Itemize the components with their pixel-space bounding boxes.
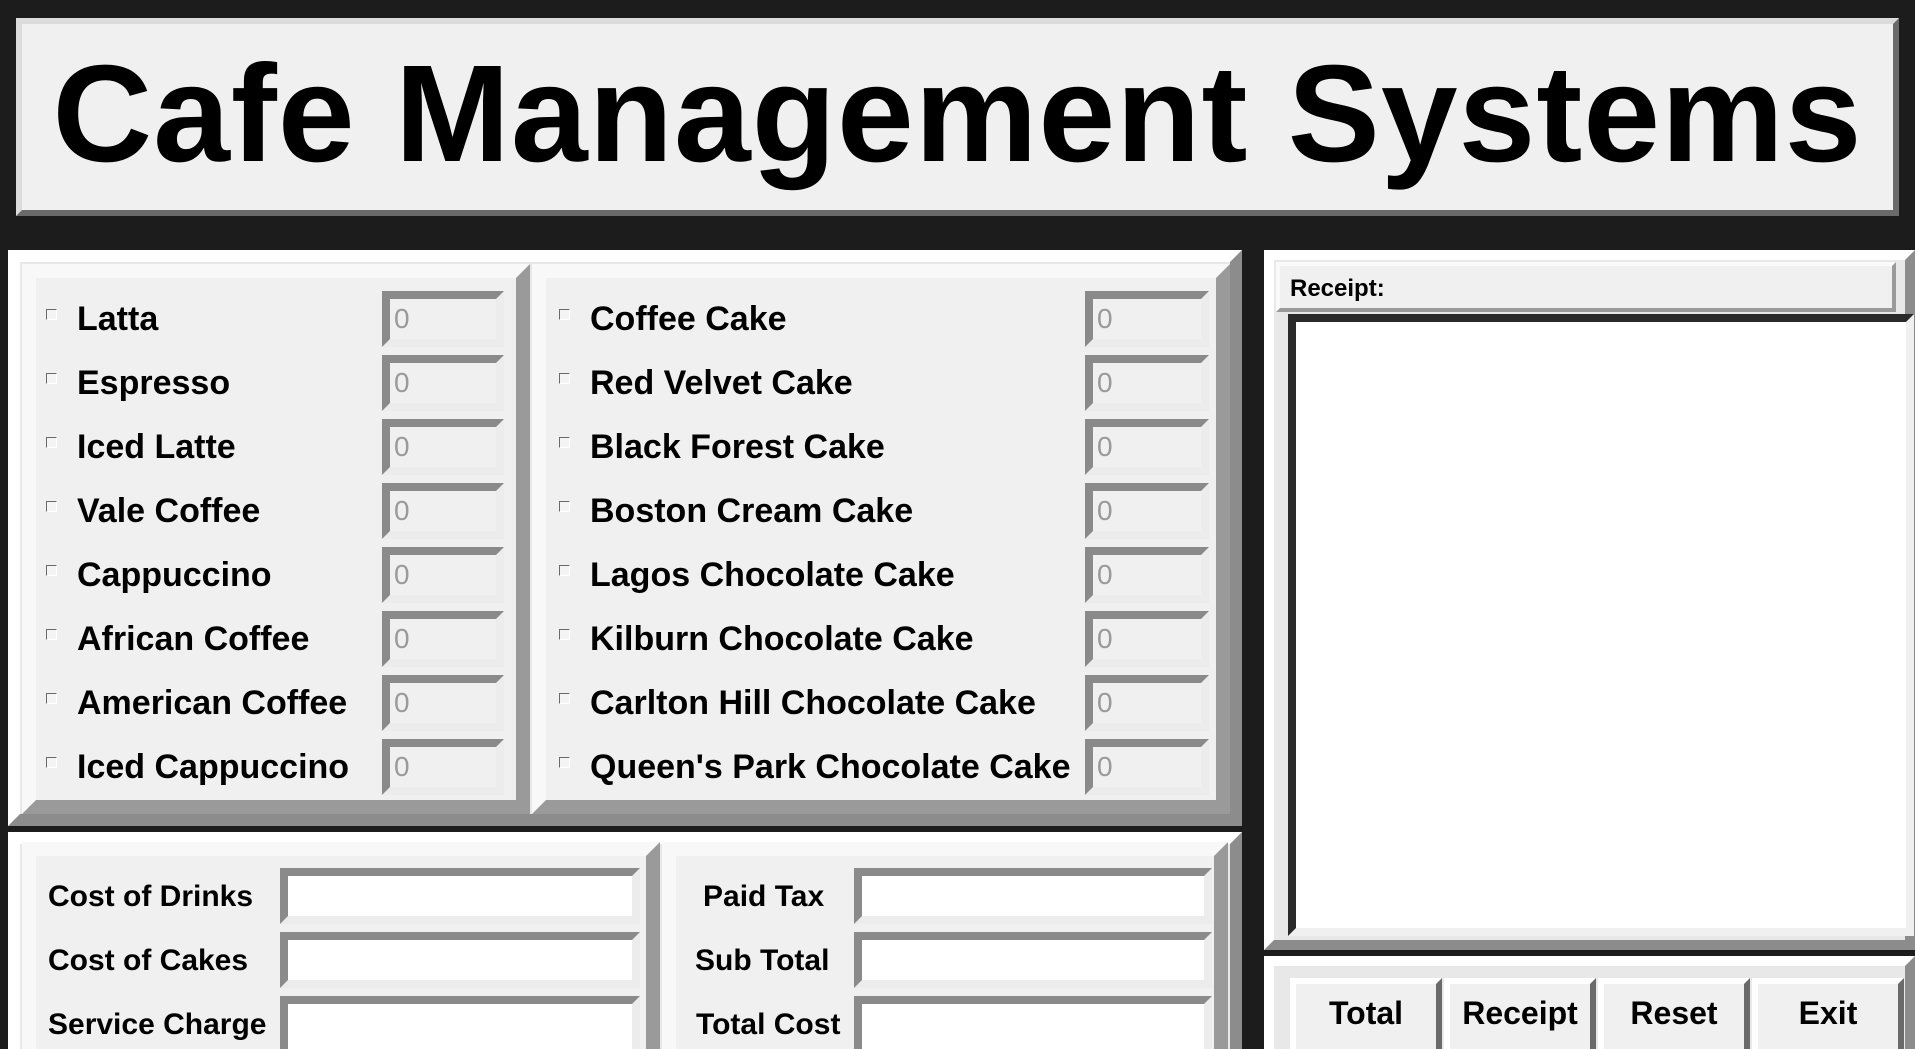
coffee-cake-qty-input[interactable]	[1085, 291, 1209, 347]
drink-label: Vale Coffee	[77, 491, 261, 530]
service-charge-label: Service Charge	[48, 1008, 267, 1041]
drink-row-latta: Latta	[34, 289, 158, 349]
drink-label: Iced Latte	[77, 427, 236, 466]
cappuccino-checkbox[interactable]	[46, 564, 57, 576]
cappuccino-qty-input[interactable]	[382, 547, 504, 603]
black-forest-cake-qty-input[interactable]	[1085, 419, 1209, 475]
drink-row-vale-coffee: Vale Coffee	[34, 481, 260, 541]
boston-cream-cake-qty-input[interactable]	[1085, 483, 1209, 539]
iced-latte-checkbox[interactable]	[46, 436, 57, 448]
cake-row-red-velvet: Red Velvet Cake	[547, 353, 853, 413]
title-panel: Cafe Management Systems	[16, 18, 1899, 216]
cake-label: Carlton Hill Chocolate Cake	[590, 683, 1036, 722]
cake-label: Queen's Park Chocolate Cake	[590, 747, 1071, 786]
cost-of-cakes-field[interactable]	[280, 932, 640, 988]
drink-label: American Coffee	[77, 683, 348, 722]
drink-label: Espresso	[77, 363, 231, 402]
cake-row-lagos-chocolate: Lagos Chocolate Cake	[547, 545, 955, 605]
african-coffee-qty-input[interactable]	[382, 611, 504, 667]
total-cost-field[interactable]	[854, 996, 1212, 1049]
drink-label: Cappuccino	[77, 555, 272, 594]
coffee-cake-checkbox[interactable]	[559, 308, 570, 320]
cost-of-drinks-field[interactable]	[280, 868, 640, 924]
latta-qty-input[interactable]	[382, 291, 504, 347]
cake-label: Boston Cream Cake	[590, 491, 914, 530]
boston-cream-cake-checkbox[interactable]	[559, 500, 570, 512]
drink-row-cappuccino: Cappuccino	[34, 545, 272, 605]
exit-button[interactable]: Exit	[1752, 978, 1904, 1049]
app-title: Cafe Management Systems	[52, 36, 1863, 191]
receipt-label: Receipt:	[1290, 275, 1385, 302]
cake-row-black-forest: Black Forest Cake	[547, 417, 885, 477]
drink-label: Latta	[77, 299, 159, 338]
drink-row-american-coffee: American Coffee	[34, 673, 347, 733]
queens-park-cake-qty-input[interactable]	[1085, 739, 1209, 795]
sub-total-label: Sub Total	[695, 944, 830, 977]
cake-label: Red Velvet Cake	[590, 363, 853, 402]
vale-coffee-qty-input[interactable]	[382, 483, 504, 539]
carlton-hill-cake-checkbox[interactable]	[559, 692, 570, 704]
drink-row-espresso: Espresso	[34, 353, 230, 413]
iced-cappuccino-qty-input[interactable]	[382, 739, 504, 795]
paid-tax-label: Paid Tax	[703, 880, 825, 913]
espresso-qty-input[interactable]	[382, 355, 504, 411]
sub-total-field[interactable]	[854, 932, 1212, 988]
cost-of-drinks-label: Cost of Drinks	[48, 880, 254, 913]
queens-park-cake-checkbox[interactable]	[559, 756, 570, 768]
total-button[interactable]: Total	[1290, 978, 1442, 1049]
lagos-chocolate-cake-qty-input[interactable]	[1085, 547, 1209, 603]
receipt-button[interactable]: Receipt	[1444, 978, 1596, 1049]
reset-button[interactable]: Reset	[1598, 978, 1750, 1049]
total-cost-label: Total Cost	[696, 1008, 841, 1041]
cake-row-kilburn-chocolate: Kilburn Chocolate Cake	[547, 609, 974, 669]
latta-checkbox[interactable]	[46, 308, 57, 320]
iced-cappuccino-checkbox[interactable]	[46, 756, 57, 768]
cake-row-coffee-cake: Coffee Cake	[547, 289, 787, 349]
american-coffee-checkbox[interactable]	[46, 692, 57, 704]
american-coffee-qty-input[interactable]	[382, 675, 504, 731]
african-coffee-checkbox[interactable]	[46, 628, 57, 640]
cake-label: Black Forest Cake	[590, 427, 885, 466]
cost-of-cakes-label: Cost of Cakes	[48, 944, 249, 977]
vale-coffee-checkbox[interactable]	[46, 500, 57, 512]
cake-label: Kilburn Chocolate Cake	[590, 619, 974, 658]
red-velvet-cake-checkbox[interactable]	[559, 372, 570, 384]
red-velvet-cake-qty-input[interactable]	[1085, 355, 1209, 411]
drink-label: African Coffee	[77, 619, 310, 658]
espresso-checkbox[interactable]	[46, 372, 57, 384]
drink-row-african-coffee: African Coffee	[34, 609, 309, 669]
service-charge-field[interactable]	[280, 996, 640, 1049]
cake-row-queens-park: Queen's Park Chocolate Cake	[547, 737, 1071, 797]
paid-tax-field[interactable]	[854, 868, 1212, 924]
drink-row-iced-cappuccino: Iced Cappuccino	[34, 737, 349, 797]
cake-label: Coffee Cake	[590, 299, 787, 338]
cake-row-carlton-hill: Carlton Hill Chocolate Cake	[547, 673, 1036, 733]
cake-row-boston-cream: Boston Cream Cake	[547, 481, 913, 541]
cake-label: Lagos Chocolate Cake	[590, 555, 955, 594]
kilburn-chocolate-cake-checkbox[interactable]	[559, 628, 570, 640]
drink-row-iced-latte: Iced Latte	[34, 417, 236, 477]
black-forest-cake-checkbox[interactable]	[559, 436, 570, 448]
lagos-chocolate-cake-checkbox[interactable]	[559, 564, 570, 576]
title-frame: Cafe Management Systems	[0, 0, 1915, 238]
receipt-textarea[interactable]	[1288, 314, 1914, 936]
carlton-hill-cake-qty-input[interactable]	[1085, 675, 1209, 731]
iced-latte-qty-input[interactable]	[382, 419, 504, 475]
drink-label: Iced Cappuccino	[77, 747, 350, 786]
kilburn-chocolate-cake-qty-input[interactable]	[1085, 611, 1209, 667]
